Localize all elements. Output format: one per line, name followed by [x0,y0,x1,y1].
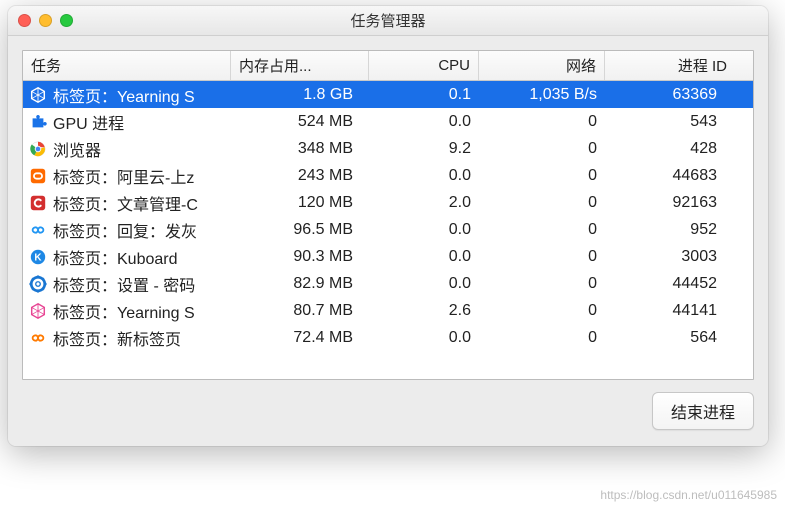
table-row[interactable]: 标签页：Yearning S 80.7 MB2.6044141 [23,297,753,324]
cell-network: 0 [479,221,605,239]
cell-memory: 82.9 MB [231,275,369,293]
task-manager-window: 任务管理器 任务 内存占用... CPU 网络 进程 ID 标签页：Yearni… [8,6,768,446]
cell-cpu: 2.6 [369,302,479,320]
content-area: 任务 内存占用... CPU 网络 进程 ID 标签页：Yearning S 1.… [8,36,768,446]
window-title: 任务管理器 [8,10,768,31]
table-row[interactable]: 标签页：阿里云-上z 243 MB0.0044683 [23,162,753,189]
column-header-cpu[interactable]: CPU [369,51,479,80]
cell-memory: 348 MB [231,140,369,158]
task-label: 标签页：文章管理-C [53,191,223,215]
cell-cpu: 9.2 [369,140,479,158]
column-header-pid[interactable]: 进程 ID [605,51,735,80]
table-row[interactable]: 标签页：回复：发灰 96.5 MB0.00952 [23,216,753,243]
cell-pid: 92163 [605,194,735,212]
infinity-blue-icon [29,221,47,239]
cell-pid: 44452 [605,275,735,293]
table-row[interactable]: 标签页：设置 - 密码 82.9 MB0.0044452 [23,270,753,297]
cell-network: 0 [479,248,605,266]
table-row[interactable]: 标签页：新标签页 72.4 MB0.00564 [23,324,753,351]
cell-pid: 3003 [605,248,735,266]
cell-cpu: 0.0 [369,221,479,239]
cell-pid: 63369 [605,86,735,104]
column-header-task[interactable]: 任务 [23,51,231,80]
table-row[interactable]: 标签页：文章管理-C 120 MB2.0092163 [23,189,753,216]
cell-memory: 96.5 MB [231,221,369,239]
window-controls [18,14,73,27]
cube-pink-icon [29,86,47,104]
cell-task: GPU 进程 [23,110,231,134]
table-row[interactable]: K 标签页：Kuboard 90.3 MB0.003003 [23,243,753,270]
cell-pid: 952 [605,221,735,239]
table-header-row: 任务 内存占用... CPU 网络 进程 ID [23,51,753,81]
task-label: 标签页：Yearning S [53,299,223,323]
square-orange-icon [29,167,47,185]
task-label: 标签页：新标签页 [53,326,223,350]
task-label: 标签页：设置 - 密码 [53,272,223,296]
cube-pink-icon [29,302,47,320]
cell-task: 标签页：文章管理-C [23,191,231,215]
cell-task: 标签页：Yearning S [23,299,231,323]
process-table: 任务 内存占用... CPU 网络 进程 ID 标签页：Yearning S 1.… [22,50,754,380]
cell-task: 浏览器 [23,137,231,161]
cell-network: 0 [479,302,605,320]
cell-memory: 524 MB [231,113,369,131]
cell-pid: 44683 [605,167,735,185]
cell-memory: 243 MB [231,167,369,185]
cell-network: 0 [479,329,605,347]
cell-cpu: 0.0 [369,275,479,293]
minimize-icon[interactable] [39,14,52,27]
cell-cpu: 0.0 [369,113,479,131]
table-body: 标签页：Yearning S 1.8 GB0.11,035 B/s63369 GPU… [23,81,753,351]
circle-blue-k-icon: K [29,248,47,266]
cell-network: 0 [479,140,605,158]
cell-cpu: 0.0 [369,167,479,185]
cell-task: K 标签页：Kuboard [23,245,231,269]
task-label: GPU 进程 [53,110,223,134]
cell-pid: 543 [605,113,735,131]
task-label: 标签页：Kuboard [53,245,223,269]
zoom-icon[interactable] [60,14,73,27]
cell-task: 标签页：回复：发灰 [23,218,231,242]
task-label: 浏览器 [53,137,223,161]
task-label: 标签页：回复：发灰 [53,218,223,242]
cell-memory: 120 MB [231,194,369,212]
cell-pid: 564 [605,329,735,347]
square-red-c-icon [29,194,47,212]
cell-pid: 44141 [605,302,735,320]
task-label: 标签页：阿里云-上z [53,164,223,188]
cell-cpu: 0.0 [369,248,479,266]
cell-task: 标签页：设置 - 密码 [23,272,231,296]
cell-network: 0 [479,194,605,212]
end-process-button[interactable]: 结束进程 [652,392,754,430]
table-row[interactable]: 浏览器 348 MB9.20428 [23,135,753,162]
cell-task: 标签页：新标签页 [23,326,231,350]
cell-network: 0 [479,275,605,293]
cell-cpu: 2.0 [369,194,479,212]
cell-memory: 72.4 MB [231,329,369,347]
cell-memory: 1.8 GB [231,86,369,104]
puzzle-blue-icon [29,113,47,131]
button-row: 结束进程 [22,392,754,430]
infinity-orange-icon [29,329,47,347]
cell-task: 标签页：Yearning S [23,83,231,107]
svg-text:K: K [34,252,42,263]
titlebar[interactable]: 任务管理器 [8,6,768,36]
cell-cpu: 0.1 [369,86,479,104]
cell-pid: 428 [605,140,735,158]
cell-memory: 80.7 MB [231,302,369,320]
cell-network: 0 [479,113,605,131]
cell-memory: 90.3 MB [231,248,369,266]
cell-cpu: 0.0 [369,329,479,347]
cell-network: 0 [479,167,605,185]
chrome-icon [29,140,47,158]
close-icon[interactable] [18,14,31,27]
column-header-memory[interactable]: 内存占用... [231,51,369,80]
cell-network: 1,035 B/s [479,86,605,104]
gear-blue-icon [29,275,47,293]
cell-task: 标签页：阿里云-上z [23,164,231,188]
table-row[interactable]: 标签页：Yearning S 1.8 GB0.11,035 B/s63369 [23,81,753,108]
task-label: 标签页：Yearning S [53,83,223,107]
column-header-network[interactable]: 网络 [479,51,605,80]
table-row[interactable]: GPU 进程 524 MB0.00543 [23,108,753,135]
